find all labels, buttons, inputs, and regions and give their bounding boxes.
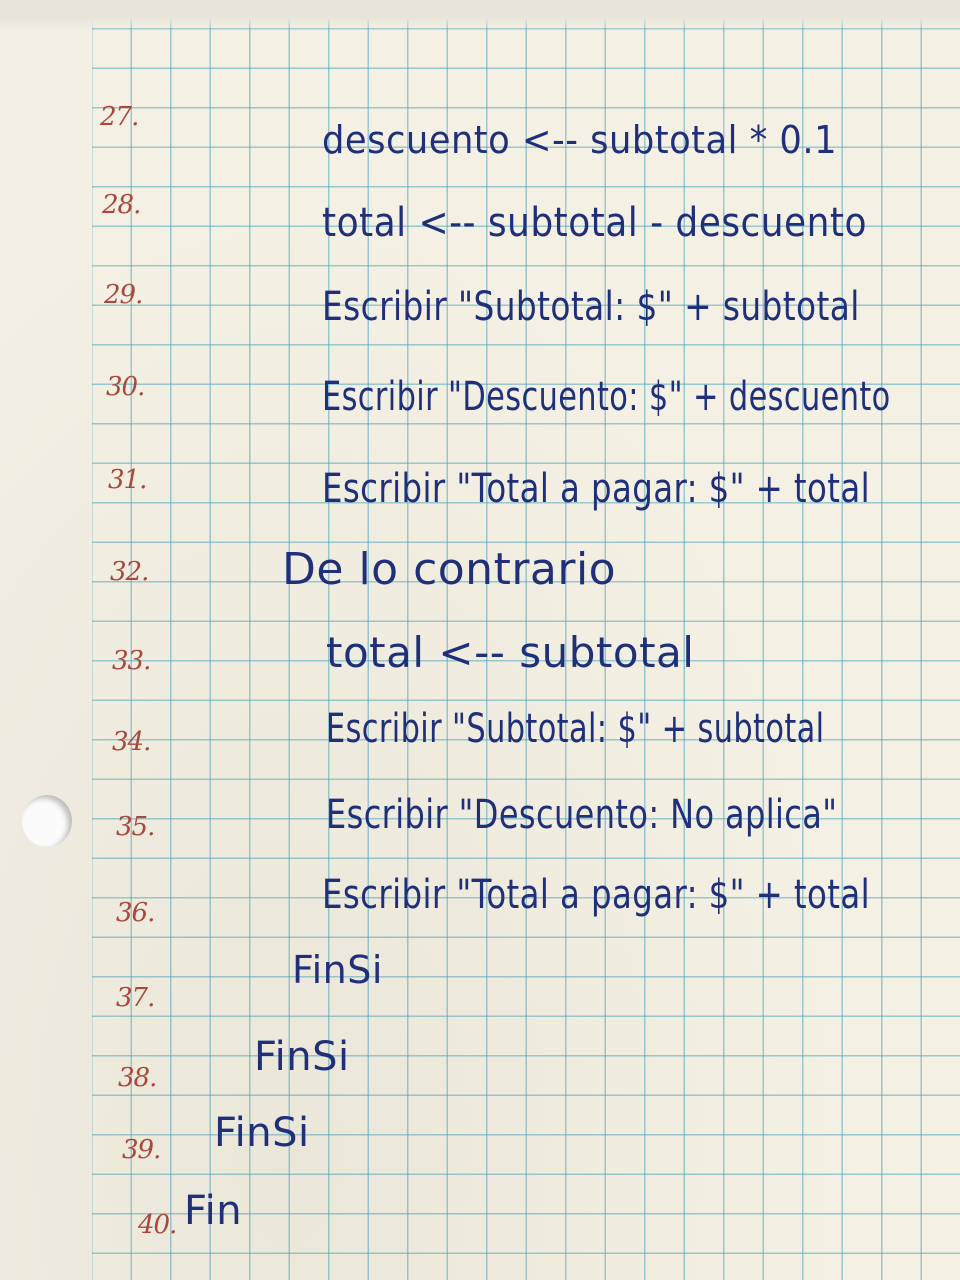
code-line: descuento <-- subtotal * 0.1 xyxy=(322,118,838,162)
line-number: 33. xyxy=(112,646,151,676)
code-line: Escribir "Subtotal: $" + subtotal xyxy=(326,706,825,752)
notebook-page: 27. 28. 29. 30. 31. 32. 33. 34. 35. 36. … xyxy=(0,0,960,1280)
line-number: 31. xyxy=(108,465,147,495)
line-number: 37. xyxy=(116,983,155,1013)
line-number: 28. xyxy=(102,190,141,220)
code-line: FinSi xyxy=(292,948,383,992)
binder-hole xyxy=(22,795,72,847)
code-line: FinSi xyxy=(254,1034,350,1080)
line-number: 27. xyxy=(100,102,139,132)
line-number: 30. xyxy=(106,372,145,402)
line-number: 38. xyxy=(118,1063,157,1093)
code-line: FinSi xyxy=(214,1110,310,1156)
code-line: Escribir "Total a pagar: $" + total xyxy=(322,872,871,918)
code-line: total <-- subtotal xyxy=(326,628,695,677)
code-line: Fin xyxy=(184,1188,243,1234)
line-number: 32. xyxy=(110,557,149,587)
line-number: 29. xyxy=(104,280,143,310)
line-number: 40. xyxy=(138,1210,177,1240)
code-line: Escribir "Total a pagar: $" + total xyxy=(322,466,871,512)
line-number: 34. xyxy=(112,727,151,757)
line-number: 39. xyxy=(122,1135,161,1165)
code-line: Escribir "Subtotal: $" + subtotal xyxy=(322,284,860,330)
code-line: De lo contrario xyxy=(282,544,617,595)
line-number: 35. xyxy=(116,812,155,842)
code-line: Escribir "Descuento: No aplica" xyxy=(326,792,838,838)
code-line: total <-- subtotal - descuento xyxy=(322,200,867,246)
code-line: Escribir "Descuento: $" + descuento xyxy=(322,374,891,420)
line-number: 36. xyxy=(116,898,155,928)
